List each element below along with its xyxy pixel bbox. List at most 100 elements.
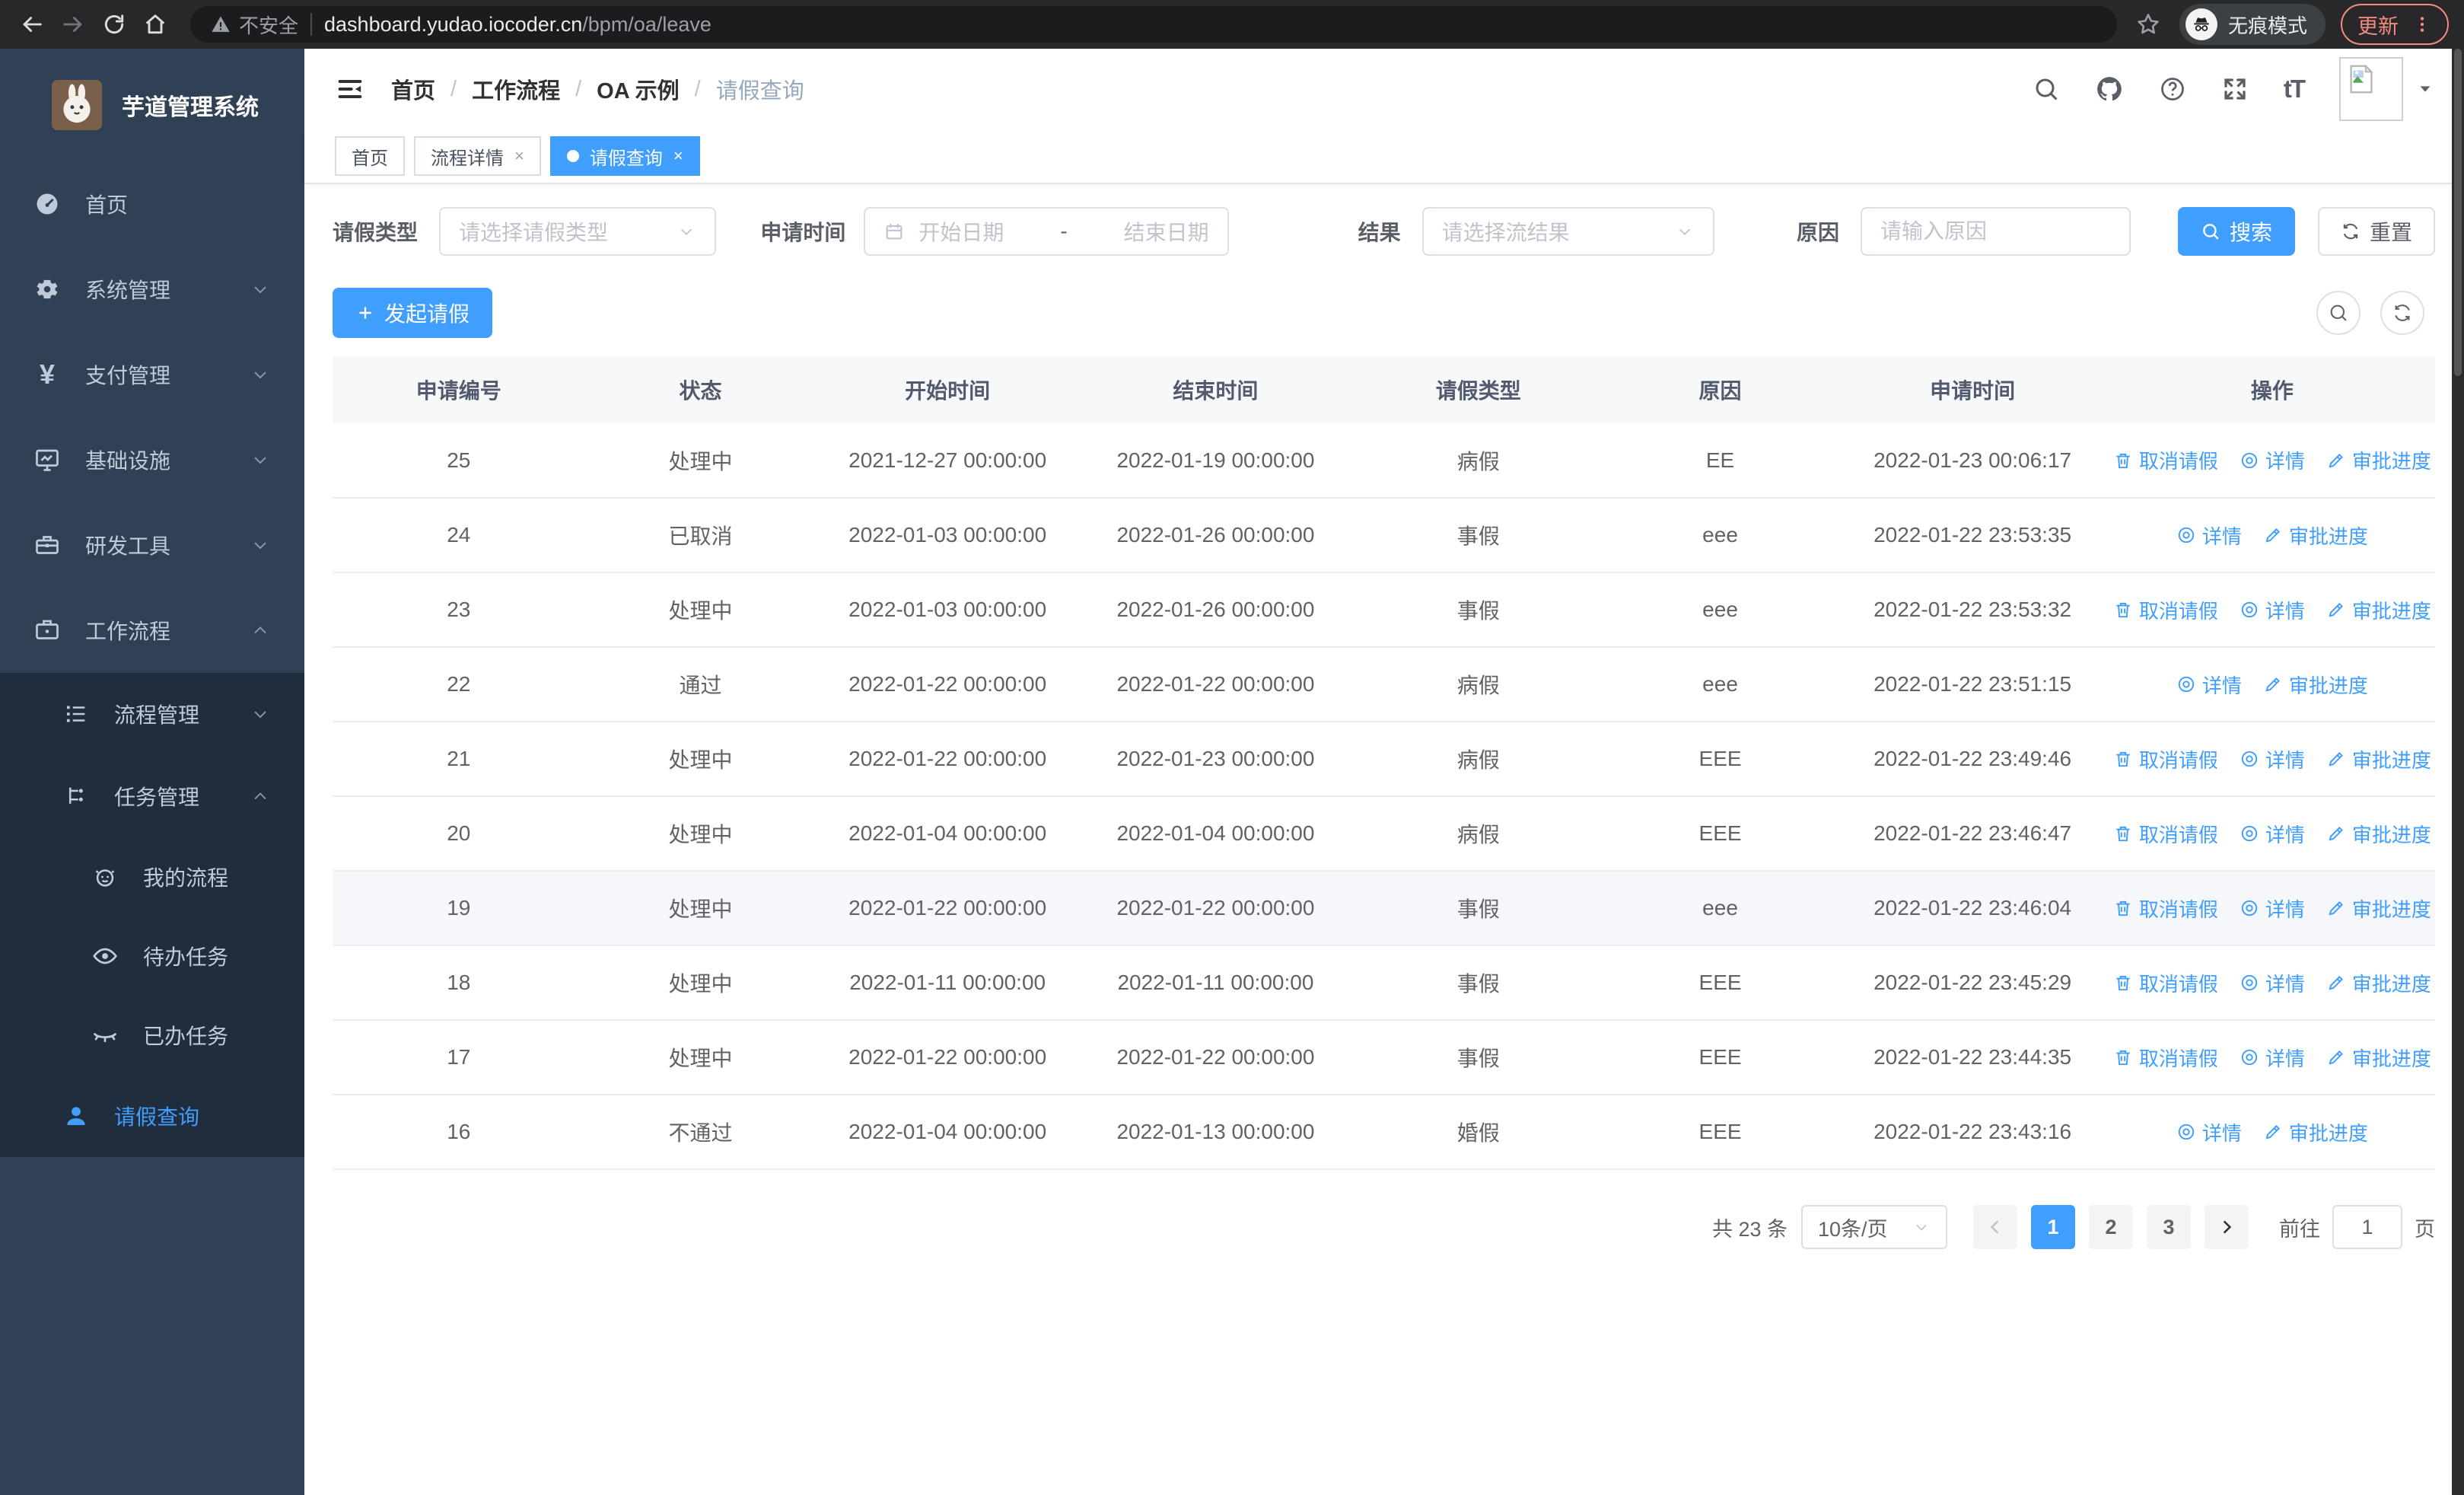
action-detail-link[interactable]: 详情 [2240,820,2305,848]
search-button[interactable]: 搜索 [2177,207,2295,256]
breadcrumb-home[interactable]: 首页 [391,73,435,105]
action-progress-link[interactable]: 审批进度 [2326,596,2431,624]
table-row: 16 不通过 2022-01-04 00:00:00 2022-01-13 00:00… [333,1095,2435,1170]
fullscreen-icon[interactable] [2221,75,2249,103]
browser-scrollbar[interactable] [2452,49,2464,1495]
apply-time-range-picker[interactable]: 开始日期 - 结束日期 [864,207,1229,256]
action-progress-link[interactable]: 审批进度 [2326,894,2431,923]
sidebar: 芋道管理系统 首页 系统管理 ¥ 支付管理 基础设施 研发工具 工作流程 流程管… [0,49,304,1495]
font-size-icon[interactable]: tT [2284,75,2306,104]
page-content: 请假类型 请选择请假类型 申请时间 开始日期 - 结束日期 结果 请选择流结果 [304,184,2464,1495]
action-cancel-link[interactable]: 取消请假 [2113,820,2218,848]
user-menu[interactable] [2339,57,2434,121]
breadcrumb-workflow[interactable]: 工作流程 [472,73,560,105]
action-progress-link[interactable]: 审批进度 [2326,820,2431,848]
action-cancel-link[interactable]: 取消请假 [2113,745,2218,773]
help-icon[interactable] [2159,75,2186,103]
sidebar-item-task-mgmt[interactable]: 任务管理 [0,755,304,837]
create-leave-button[interactable]: 发起请假 [333,288,493,338]
security-status[interactable]: 不安全 [210,11,298,39]
browser-back-icon[interactable] [15,8,49,41]
result-select[interactable]: 请选择流结果 [1421,207,1714,256]
action-detail-link[interactable]: 详情 [2176,671,2242,699]
bookmark-star-icon[interactable] [2135,11,2161,37]
action-progress-link[interactable]: 审批进度 [2263,521,2368,550]
sidebar-item-home[interactable]: 首页 [0,161,304,247]
action-cancel-link[interactable]: 取消请假 [2113,894,2218,923]
page-button-3[interactable]: 3 [2147,1205,2191,1249]
page-button-2[interactable]: 2 [2089,1205,2133,1249]
action-detail-link[interactable]: 详情 [2240,596,2305,624]
tab-home[interactable]: 首页 [335,136,405,176]
sidebar-item-infra[interactable]: 基础设施 [0,417,304,502]
reset-button[interactable]: 重置 [2317,207,2435,256]
action-progress-link[interactable]: 审批进度 [2326,969,2431,997]
action-progress-link[interactable]: 审批进度 [2263,1118,2368,1146]
browser-home-icon[interactable] [138,8,172,41]
sidebar-item-workflow[interactable]: 工作流程 [0,588,304,673]
action-progress-link[interactable]: 审批进度 [2263,671,2368,699]
tab-process-detail[interactable]: 流程详情 × [414,136,541,176]
start-time-cell: 2022-01-04 00:00:00 [816,1095,1079,1170]
next-page-button[interactable] [2205,1205,2249,1249]
total-count: 共 23 条 [1711,1217,1788,1241]
browser-reload-icon[interactable] [97,8,131,41]
action-detail-link[interactable]: 详情 [2240,1044,2305,1072]
chevron-right-icon [2223,1220,2232,1234]
sidebar-item-done-tasks[interactable]: 已办任务 [0,996,304,1075]
page-button-1[interactable]: 1 [2031,1205,2075,1249]
action-progress-link[interactable]: 审批进度 [2326,446,2431,474]
apply-time-cell: 2022-01-22 23:44:35 [1835,1020,2109,1095]
page-size-select[interactable]: 10条/页 [1801,1205,1947,1249]
action-cancel-link[interactable]: 取消请假 [2113,446,2218,474]
sidebar-collapse-icon[interactable] [335,74,365,104]
reason-input[interactable] [1860,207,2131,256]
action-cancel-link[interactable]: 取消请假 [2113,596,2218,624]
sidebar-item-devtools[interactable]: 研发工具 [0,502,304,588]
breadcrumb-oa[interactable]: OA 示例 [597,73,679,105]
action-cancel-link[interactable]: 取消请假 [2113,1044,2218,1072]
actions-cell: 取消请假 详情 审批进度 [2109,423,2435,499]
request-id-cell: 21 [333,722,585,797]
action-detail-link[interactable]: 详情 [2240,894,2305,923]
view-icon [2241,751,2258,767]
leave-type-cell: 事假 [1352,498,1605,573]
action-detail-link[interactable]: 详情 [2240,446,2305,474]
list-icon [62,700,90,728]
sidebar-item-system[interactable]: 系统管理 [0,247,304,332]
toggle-search-button[interactable] [2316,291,2361,335]
action-progress-link[interactable]: 审批进度 [2326,745,2431,773]
search-icon[interactable] [2033,75,2060,103]
sidebar-item-payment[interactable]: ¥ 支付管理 [0,332,304,417]
goto-page-input[interactable] [2332,1205,2402,1249]
apply-time-cell: 2022-01-23 00:06:17 [1835,423,2109,499]
view-icon [2241,1049,2258,1066]
plus-icon [359,307,371,319]
close-icon[interactable]: × [673,146,683,166]
action-detail-link[interactable]: 详情 [2176,521,2242,550]
action-detail-link[interactable]: 详情 [2176,1118,2242,1146]
sidebar-item-my-process[interactable]: 我的流程 [0,837,304,916]
address-bar[interactable]: 不安全 dashboard.yudao.iocoder.cn/bpm/oa/le… [190,6,2117,43]
action-detail-link[interactable]: 详情 [2240,745,2305,773]
action-progress-link[interactable]: 审批进度 [2326,1044,2431,1072]
sidebar-item-process-mgmt[interactable]: 流程管理 [0,673,304,755]
actions-cell: 详情 审批进度 [2109,647,2435,722]
action-detail-link[interactable]: 详情 [2240,969,2305,997]
actions-cell: 取消请假 详情 审批进度 [2109,945,2435,1021]
leave-type-label: 请假类型 [333,221,419,244]
scrollbar-thumb[interactable] [2454,49,2462,376]
browser-forward-icon[interactable] [56,8,90,41]
action-cancel-link[interactable]: 取消请假 [2113,969,2218,997]
github-icon[interactable] [2095,75,2124,104]
browser-update-button[interactable]: 更新 [2341,4,2449,45]
prev-page-button[interactable] [1973,1205,2017,1249]
leave-type-select[interactable]: 请选择请假类型 [439,207,717,256]
apply-time-cell: 2022-01-22 23:45:29 [1835,945,2109,1021]
sidebar-item-todo-tasks[interactable]: 待办任务 [0,916,304,996]
sidebar-item-leave-query[interactable]: 请假查询 [0,1075,304,1157]
refresh-table-button[interactable] [2380,291,2424,335]
tab-leave-query[interactable]: 请假查询 × [549,136,700,176]
close-icon[interactable]: × [514,146,524,166]
filter-form: 请假类型 请选择请假类型 申请时间 开始日期 - 结束日期 结果 请选择流结果 [333,207,2435,256]
